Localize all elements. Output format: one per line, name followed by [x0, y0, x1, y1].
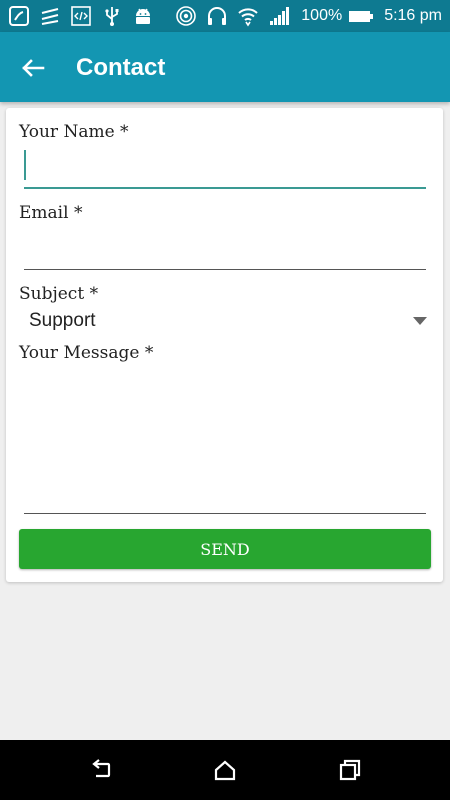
app-toolbar: Contact	[0, 32, 450, 102]
notification-icons	[8, 4, 163, 28]
contact-form-card: Your Name * Email * Subject * Support Yo…	[6, 108, 443, 582]
battery-percent: 100%	[301, 7, 343, 24]
saavn-icon	[8, 5, 30, 27]
message-label: Your Message *	[19, 343, 154, 363]
message-textarea[interactable]	[24, 366, 426, 514]
wifi-icon	[237, 5, 259, 27]
hotspot-icon	[175, 5, 197, 27]
system-icons: 100% 5:16 pm	[175, 4, 442, 28]
usb-icon	[101, 5, 123, 27]
clock: 5:16 pm	[384, 7, 442, 24]
dropdown-arrow-icon	[412, 316, 428, 326]
back-nav-icon[interactable]	[88, 758, 112, 782]
message-textarea-underline	[24, 513, 426, 514]
send-button[interactable]: SEND	[19, 529, 431, 569]
android-icon	[132, 5, 154, 27]
home-nav-icon[interactable]	[213, 758, 237, 782]
subject-dropdown[interactable]: Support	[24, 306, 428, 336]
battery-icon	[348, 5, 374, 27]
text-cursor	[24, 150, 26, 180]
status-bar: 100% 5:16 pm	[0, 0, 450, 32]
zedge-icon	[39, 5, 61, 27]
back-arrow-icon[interactable]	[18, 53, 48, 83]
subject-selected-value: Support	[29, 310, 96, 331]
name-label: Your Name *	[19, 122, 129, 142]
name-input[interactable]	[24, 148, 426, 182]
email-label: Email *	[19, 203, 83, 223]
email-input[interactable]	[24, 230, 426, 264]
name-input-underline	[24, 187, 426, 189]
subject-label: Subject *	[19, 284, 99, 304]
signal-icon	[268, 5, 290, 27]
email-input-underline	[24, 269, 426, 270]
headphones-icon	[206, 5, 228, 27]
code-icon	[70, 5, 92, 27]
page-title: Contact	[76, 54, 166, 81]
recents-nav-icon[interactable]	[338, 758, 362, 782]
navigation-bar	[0, 740, 450, 800]
